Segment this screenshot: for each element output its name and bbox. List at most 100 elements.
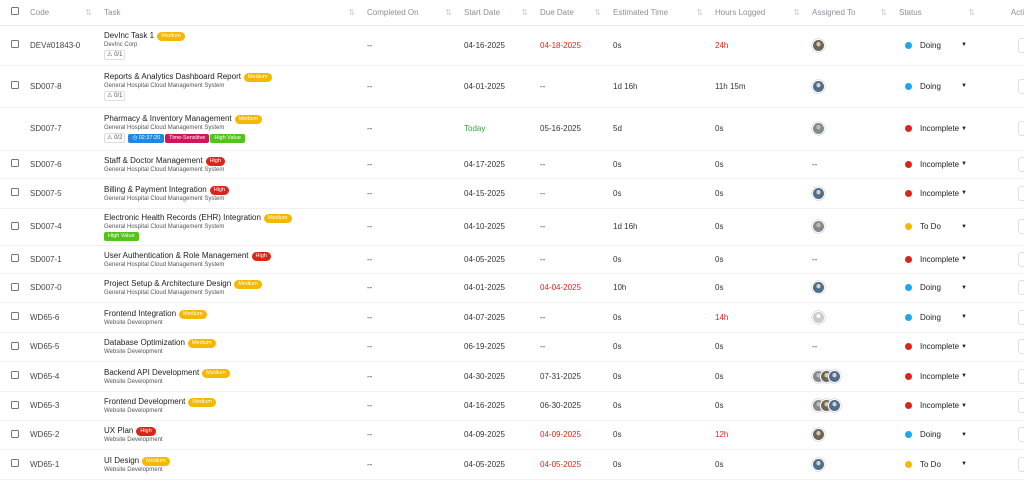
task-name[interactable]: Database Optimization — [104, 338, 185, 347]
row-checkbox[interactable] — [11, 312, 19, 320]
avatar[interactable] — [812, 186, 825, 200]
more-actions-button[interactable]: ⋮ — [1018, 251, 1024, 267]
table-row[interactable]: WD65-4 Backend API Development Medium Websi… — [0, 361, 1024, 392]
sort-icon[interactable]: ⇅ — [594, 8, 601, 17]
task-name[interactable]: Pharmacy & Inventory Management — [104, 114, 232, 123]
row-checkbox[interactable] — [11, 282, 19, 291]
task-name[interactable]: Staff & Doctor Management — [104, 156, 203, 165]
task-code[interactable]: WD65-3 — [26, 391, 100, 421]
row-checkbox[interactable] — [11, 221, 19, 230]
sort-icon[interactable]: ⇅ — [85, 8, 92, 17]
table-row[interactable]: SD007-8 Reports & Analytics Dashboard Rep… — [0, 65, 1024, 108]
project-name[interactable]: General Hospital Cloud Management System — [104, 167, 363, 173]
task-code[interactable]: DEV#01843-0 — [26, 25, 100, 66]
table-row[interactable]: WD65-5 Database Optimization Medium Website… — [0, 332, 1024, 362]
status-dropdown[interactable]: Doing ▼ — [899, 37, 971, 53]
header-start[interactable]: Start Date ⇅ — [460, 0, 536, 26]
project-name[interactable]: Website Development — [104, 320, 363, 326]
task-code[interactable]: WD65-5 — [26, 332, 100, 362]
header-assigned[interactable]: Assigned To ⇅ — [808, 0, 895, 26]
more-actions-button[interactable]: ⋮ — [1018, 121, 1024, 136]
task-code[interactable]: SD007-1 — [26, 245, 100, 274]
table-row[interactable]: SD007-7 Pharmacy & Inventory Management Me… — [0, 107, 1024, 151]
status-dropdown[interactable]: Doing ▼ — [899, 78, 971, 94]
sort-icon[interactable]: ⇅ — [880, 8, 887, 17]
project-name[interactable]: Website Development — [104, 467, 363, 473]
project-name[interactable]: General Hospital Cloud Management System — [104, 125, 363, 131]
task-name[interactable]: Billing & Payment Integration — [104, 185, 207, 194]
table-row[interactable]: WD65-2 UX Plan High Website Development -- 04… — [0, 420, 1024, 450]
avatar[interactable] — [812, 428, 825, 441]
avatar[interactable] — [812, 220, 825, 233]
more-actions-button[interactable]: ⋮ — [1018, 456, 1024, 472]
task-code[interactable]: WD65-1 — [26, 449, 100, 480]
more-actions-button[interactable]: ⋮ — [1018, 78, 1024, 94]
header-logged[interactable]: Hours Logged ⇅ — [711, 0, 808, 26]
sort-icon[interactable]: ⇅ — [696, 8, 703, 17]
table-row[interactable]: SD007-0 Project Setup & Architecture Desi… — [0, 273, 1024, 303]
task-name[interactable]: Electronic Health Records (EHR) Integrat… — [104, 213, 261, 222]
more-actions-button[interactable]: ⋮ — [1018, 280, 1024, 295]
project-name[interactable]: Website Development — [104, 408, 363, 414]
task-name[interactable]: UI Design — [104, 456, 139, 465]
task-code[interactable]: WD65-6 — [26, 302, 100, 333]
status-dropdown[interactable]: To Do ▼ — [899, 456, 971, 472]
table-row[interactable]: SD007-5 Billing & Payment Integration High… — [0, 178, 1024, 209]
more-actions-button[interactable]: ⋮ — [1018, 339, 1024, 354]
subtask-counter[interactable]: ⚠ 0/2 — [104, 133, 126, 143]
project-name[interactable]: General Hospital Cloud Management System — [104, 224, 363, 230]
sort-icon[interactable]: ⇅ — [793, 8, 800, 17]
header-completed[interactable]: Completed On ⇅ — [363, 0, 460, 26]
more-actions-button[interactable]: ⋮ — [1018, 368, 1024, 384]
status-dropdown[interactable]: Incomplete ▼ — [899, 368, 971, 384]
task-name[interactable]: Frontend Integration — [104, 309, 176, 318]
status-dropdown[interactable]: Doing ▼ — [899, 427, 971, 443]
more-actions-button[interactable]: ⋮ — [1018, 37, 1024, 53]
row-checkbox[interactable] — [11, 459, 19, 467]
row-checkbox[interactable] — [11, 400, 19, 409]
row-checkbox[interactable] — [11, 40, 19, 48]
status-dropdown[interactable]: Incomplete ▼ — [899, 339, 971, 355]
avatar-group[interactable] — [812, 369, 841, 383]
status-dropdown[interactable]: Incomplete ▼ — [899, 398, 971, 414]
avatar[interactable] — [812, 457, 825, 471]
status-dropdown[interactable]: Doing ▼ — [899, 280, 971, 296]
subtask-counter[interactable]: ⚠ 0/1 — [104, 49, 126, 60]
task-code[interactable]: WD65-4 — [26, 361, 100, 392]
row-checkbox[interactable] — [11, 81, 19, 89]
avatar-group[interactable] — [812, 399, 841, 412]
header-status[interactable]: Status ⇅ — [895, 0, 983, 26]
more-actions-button[interactable]: ⋮ — [1018, 309, 1024, 325]
header-due[interactable]: Due Date ⇅ — [536, 0, 609, 26]
avatar[interactable] — [812, 281, 825, 294]
more-actions-button[interactable]: ⋮ — [1018, 427, 1024, 442]
timer-badge[interactable]: ◷ 02:37:20 — [128, 133, 165, 143]
status-dropdown[interactable]: To Do ▼ — [899, 219, 971, 235]
sort-icon[interactable]: ⇅ — [968, 8, 975, 17]
row-checkbox[interactable] — [11, 254, 19, 262]
row-checkbox[interactable] — [11, 429, 19, 438]
project-name[interactable]: General Hospital Cloud Management System — [104, 262, 363, 268]
project-name[interactable]: General Hospital Cloud Management System — [104, 83, 363, 89]
avatar[interactable] — [828, 399, 841, 412]
task-code[interactable]: SD007-4 — [26, 208, 100, 246]
task-name[interactable]: Frontend Development — [104, 397, 185, 406]
project-name[interactable]: Website Development — [104, 379, 363, 385]
task-name[interactable]: Reports & Analytics Dashboard Report — [104, 72, 241, 81]
status-dropdown[interactable]: Incomplete ▼ — [899, 185, 971, 201]
task-name[interactable]: UX Plan — [104, 426, 133, 435]
task-code[interactable]: WD65-2 — [26, 420, 100, 450]
task-code[interactable]: SD007-8 — [26, 65, 100, 108]
avatar[interactable] — [812, 122, 825, 135]
project-name[interactable]: General Hospital Cloud Management System — [104, 290, 363, 296]
header-estimated[interactable]: Estimated Time ⇅ — [609, 0, 711, 26]
more-actions-button[interactable]: ⋮ — [1018, 398, 1024, 413]
status-dropdown[interactable]: Doing ▼ — [899, 309, 971, 325]
task-name[interactable]: Project Setup & Architecture Design — [104, 279, 231, 288]
row-checkbox[interactable] — [11, 159, 19, 167]
project-name[interactable]: DevInc Corp — [104, 42, 363, 48]
sort-icon[interactable]: ⇅ — [445, 8, 452, 17]
task-name[interactable]: User Authentication & Role Management — [104, 251, 249, 260]
table-row[interactable]: SD007-6 Staff & Doctor Management High Gene… — [0, 150, 1024, 179]
header-code[interactable]: Code ⇅ — [26, 0, 100, 26]
